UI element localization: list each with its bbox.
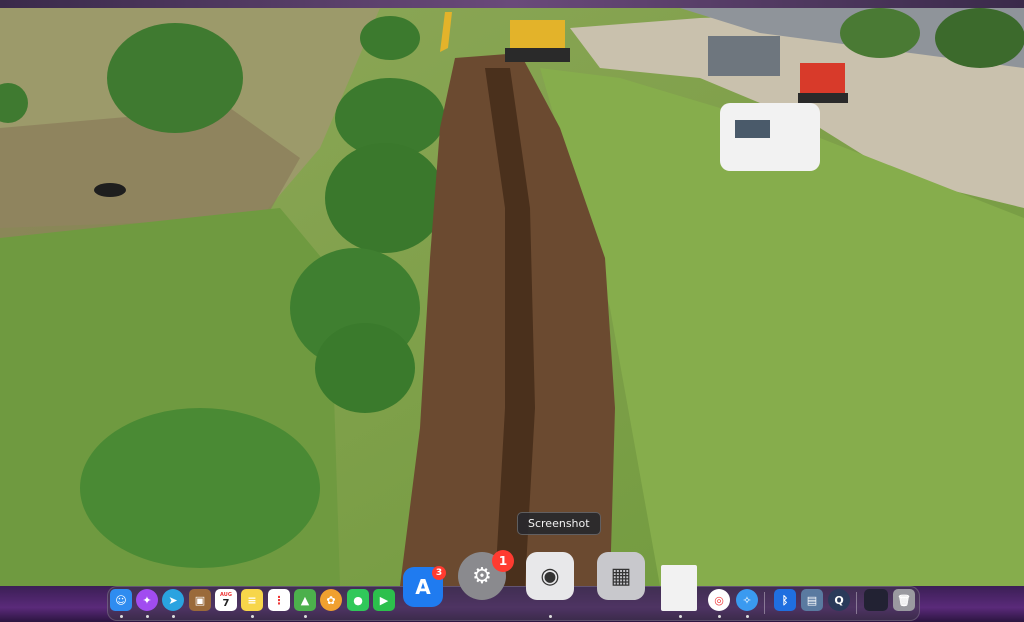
- dock-separator-2: [856, 592, 857, 614]
- dock-tooltip: Screenshot: [517, 512, 601, 535]
- finder-icon[interactable]: ☺: [110, 589, 132, 611]
- photos-icon[interactable]: ✿: [320, 589, 342, 611]
- calendar-icon[interactable]: AUG 7: [215, 589, 237, 611]
- running-indicator: [746, 615, 749, 618]
- maps-icon[interactable]: ▲: [294, 589, 316, 611]
- settings-badge: 1: [492, 550, 514, 572]
- facetime-icon[interactable]: ▶: [373, 589, 395, 611]
- safari-icon[interactable]: ✧: [736, 589, 758, 611]
- calendar-day: 7: [222, 597, 230, 609]
- messages-icon[interactable]: ●: [347, 589, 369, 611]
- brown-book-icon[interactable]: ▣: [189, 589, 211, 611]
- running-indicator: [146, 615, 149, 618]
- messenger-icon[interactable]: ✦: [136, 589, 158, 611]
- running-indicator: [172, 615, 175, 618]
- running-indicator: [304, 615, 307, 618]
- trash-icon[interactable]: 🗑: [893, 589, 915, 611]
- running-indicator: [549, 615, 552, 618]
- image-viewer-icon[interactable]: ▤: [801, 589, 823, 611]
- bluetooth-icon[interactable]: ᛒ: [774, 589, 796, 611]
- screenshot-camera-icon[interactable]: ◉: [526, 552, 574, 600]
- notes-icon[interactable]: ≡: [241, 589, 263, 611]
- document-icon[interactable]: [661, 565, 697, 611]
- window-thumbnail-icon[interactable]: [864, 589, 888, 611]
- menu-bar-strip: [0, 0, 1024, 8]
- drone-photo-trench: [0, 8, 1024, 586]
- telegram-icon[interactable]: ➤: [162, 589, 184, 611]
- running-indicator: [679, 615, 682, 618]
- quicktime-icon[interactable]: Q: [828, 589, 850, 611]
- chrome-icon[interactable]: ◎: [708, 589, 730, 611]
- dock-separator: [764, 592, 765, 614]
- photo-canvas: [0, 8, 1024, 586]
- running-indicator: [251, 615, 254, 618]
- calculator-icon[interactable]: ▦: [597, 552, 645, 600]
- running-indicator: [120, 615, 123, 618]
- app-store-badge: 3: [432, 566, 446, 580]
- reminders-icon[interactable]: ⋮: [268, 589, 290, 611]
- running-indicator: [718, 615, 721, 618]
